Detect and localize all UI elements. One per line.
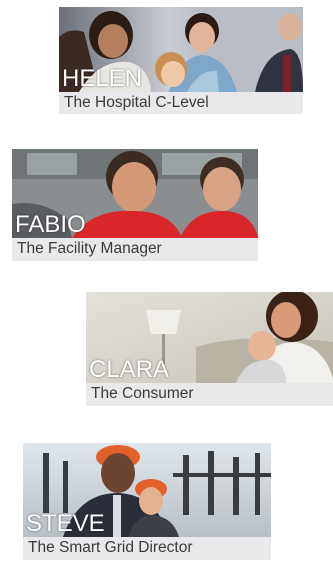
persona-title: The Hospital C-Level — [59, 92, 303, 114]
persona-card-steve[interactable]: STEVE The Smart Grid Director — [23, 443, 271, 560]
steve-photo: STEVE — [23, 443, 271, 537]
persona-card-clara[interactable]: CLARA The Consumer — [86, 292, 333, 406]
persona-title: The Smart Grid Director — [23, 537, 271, 560]
persona-name: STEVE — [26, 510, 105, 537]
persona-name: CLARA — [89, 356, 170, 383]
persona-title: The Facility Manager — [12, 238, 258, 261]
persona-name: HELEN — [62, 65, 143, 92]
persona-name: FABIO — [15, 211, 86, 238]
helen-photo: HELEN — [59, 7, 303, 92]
fabio-photo: FABIO — [12, 149, 258, 238]
persona-title: The Consumer — [86, 383, 333, 406]
persona-card-fabio[interactable]: FABIO The Facility Manager — [12, 149, 258, 261]
clara-photo: CLARA — [86, 292, 333, 383]
persona-card-helen[interactable]: HELEN The Hospital C-Level — [59, 7, 303, 114]
